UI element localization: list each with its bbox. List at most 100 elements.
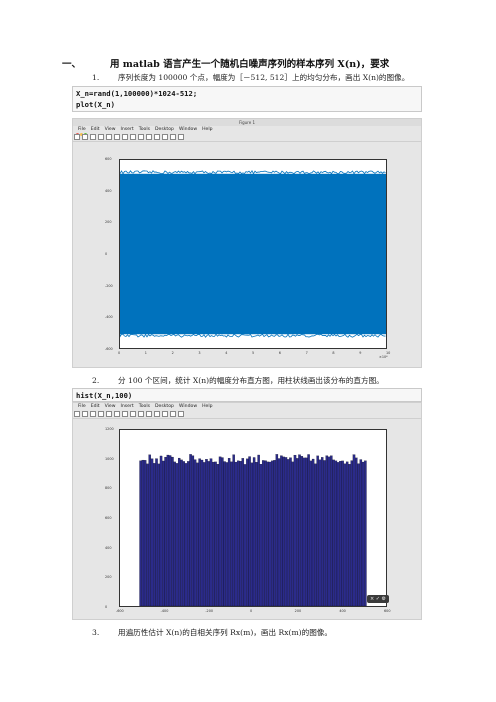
histogram-bar [200,459,204,607]
colorbar-icon[interactable] [170,134,176,140]
menu-help[interactable]: Help [202,127,212,132]
histogram-bar [284,457,288,607]
arrow-icon[interactable] [106,134,112,140]
histogram-bar [273,460,276,607]
histogram-bar [155,458,158,607]
colorbar-icon[interactable] [170,411,176,417]
menu-window[interactable]: Window [179,127,197,132]
plot-axes [119,159,387,349]
pan-icon[interactable] [130,411,136,417]
y-tick-label: 200 [105,575,112,580]
open-icon[interactable] [82,134,88,140]
histogram-bar [191,455,195,607]
histogram-bar [171,456,174,607]
save-icon[interactable] [90,134,96,140]
zoom-in-icon[interactable] [114,411,120,417]
menu-desktop[interactable]: Desktop [155,127,174,132]
new-figure-icon[interactable] [74,134,80,140]
histogram-bar [173,461,176,607]
histogram-bar [205,459,208,607]
histogram-bar [182,461,186,607]
brush-icon[interactable] [154,134,160,140]
menu-tools[interactable]: Tools [139,404,150,409]
x-tick-label: 0 [118,351,121,355]
item-number: 3. [92,628,100,637]
histogram-bar [193,459,197,607]
print-icon[interactable] [98,134,104,140]
histogram-bar [307,454,310,607]
menu-desktop[interactable]: Desktop [155,404,174,409]
histogram-bar [336,462,340,607]
link-icon[interactable] [162,134,168,140]
noise-band [120,173,386,335]
data-cursor-icon[interactable] [146,134,152,140]
new-figure-icon[interactable] [74,411,80,417]
histogram-bar [255,462,258,607]
zoom-out-icon[interactable] [122,411,128,417]
menu-view[interactable]: View [105,127,116,132]
menu-help[interactable]: Help [202,404,212,409]
y-tick-label: 0 [105,605,108,609]
menu-edit[interactable]: Edit [91,127,100,132]
x-tick-label: -600 [116,609,124,613]
x-tick-label: 7 [305,351,308,355]
legend-icon[interactable] [178,134,184,140]
histogram-bar [316,455,319,607]
histogram-bar [157,463,161,607]
histogram-bar [318,459,322,607]
histogram-bar [345,461,349,607]
menu-edit[interactable]: Edit [91,404,100,409]
menu-insert[interactable]: Insert [121,127,134,132]
histogram-bar [230,461,233,607]
window-title: Figure 1 [238,120,256,125]
item-number: 2. [92,376,100,385]
save-icon[interactable] [90,411,96,417]
histogram-axes [119,429,387,607]
rotate-icon[interactable] [138,134,144,140]
y-tick-label: 1000 [105,456,114,461]
histogram-bar [280,455,283,607]
rotate-icon[interactable] [138,411,144,417]
menu-window[interactable]: Window [179,404,197,409]
figure-hud[interactable]: × ✓ ⚙ [367,595,390,603]
histogram-bar [355,457,358,607]
menu-view[interactable]: View [105,404,116,409]
pan-icon[interactable] [130,134,136,140]
print-icon[interactable] [98,411,104,417]
histogram-bar [166,454,170,607]
data-cursor-icon[interactable] [146,411,152,417]
link-icon[interactable] [162,411,168,417]
matlab-figure-window: Figure 1 File Edit View Insert Tools Desktop W… [72,118,422,368]
histogram-bar [162,460,165,607]
menu-file[interactable]: File [78,127,86,132]
arrow-icon[interactable] [106,411,112,417]
histogram-bar [357,463,360,607]
brush-icon[interactable] [154,411,160,417]
menu-file[interactable]: File [78,404,86,409]
histogram-bar [189,454,192,607]
histogram-bar [314,463,317,607]
line-plot [119,170,386,339]
histogram-bar [198,458,201,607]
x-tick-label: 6 [278,351,281,355]
matlab-figure-window: File Edit View Insert Tools Desktop Window Help… [72,402,422,620]
x-tick-label: 9 [359,351,362,355]
menu-insert[interactable]: Insert [121,404,134,409]
menu-tools[interactable]: Tools [139,127,150,132]
menu-bar: File Edit View Insert Tools Desktop Window Help [73,403,421,410]
histogram-bar [164,456,167,607]
histogram-bar [293,454,297,607]
y-tick-label: 0 [105,252,108,256]
zoom-in-icon[interactable] [114,134,120,140]
histogram-bar [212,461,215,607]
histogram-bar [241,458,245,607]
histogram-bar [243,464,247,607]
zoom-out-icon[interactable] [122,134,128,140]
open-icon[interactable] [82,411,88,417]
histogram-bar [237,460,240,607]
noise-line-top [119,170,386,175]
histogram-bar [268,461,272,607]
y-tick-label: 400 [105,188,112,193]
legend-icon[interactable] [178,411,184,417]
histogram-bar [221,457,224,607]
